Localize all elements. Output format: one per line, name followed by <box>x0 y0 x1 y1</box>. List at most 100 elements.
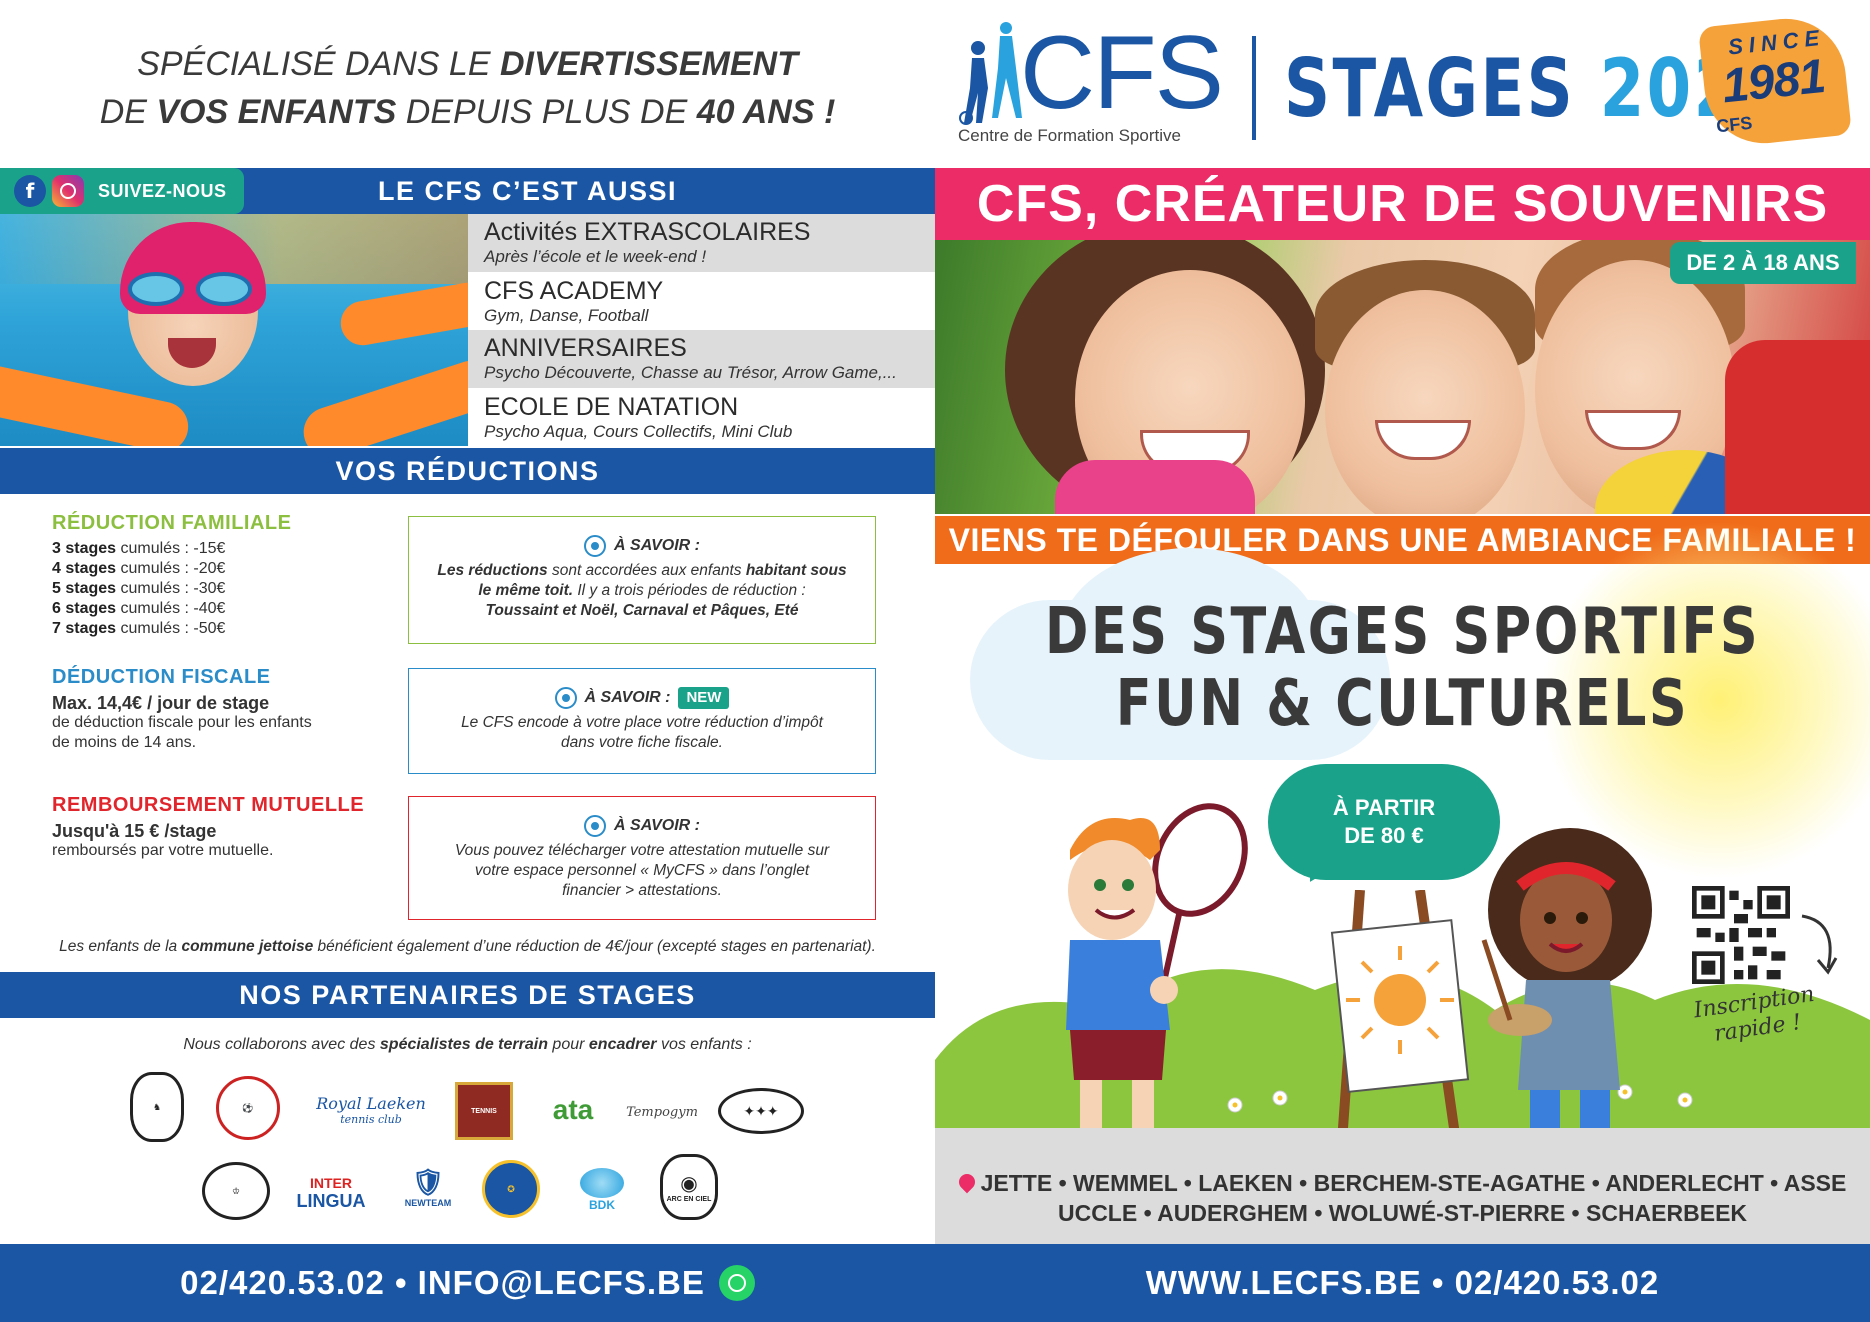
athletes-silhouette-icon <box>959 22 1022 125</box>
activity-anniversaires[interactable]: ANNIVERSAIRES Psycho Découverte, Chasse … <box>468 330 935 388</box>
curved-arrow-icon <box>1801 914 1838 975</box>
savoir-box-familiale: À SAVOIR : Les réductions sont accordées… <box>408 516 876 644</box>
tagline-bold: DIVERTISSEMENT <box>499 45 798 83</box>
instagram-icon[interactable] <box>52 175 84 207</box>
box-text: Vous pouvez télécharger votre attestatio… <box>454 842 830 859</box>
qr-code-icon[interactable] <box>1692 886 1790 984</box>
mutuelle-title: REMBOURSEMENT MUTUELLE <box>52 794 365 816</box>
headline-line: FUN & CULTURELS <box>1115 667 1690 741</box>
right-footer-contact[interactable]: WWW.LECFS.BE • 02/420.53.02 <box>935 1244 1870 1322</box>
deduction-fiscale: DÉDUCTION FISCALE Max. 14,4€ / jour de s… <box>52 666 382 753</box>
remboursement-mutuelle: REMBOURSEMENT MUTUELLE Jusqu'à 15 € /sta… <box>52 794 392 861</box>
stages-word: STAGES <box>1284 42 1576 135</box>
whatsapp-icon[interactable] <box>718 1265 755 1301</box>
partner-logo-futsal: ⚽ <box>216 1076 280 1140</box>
activity-subtitle: Psycho Aqua, Cours Collectifs, Mini Club <box>484 422 793 441</box>
partner-logo-newteam: 🛡 NEWTEAM <box>404 1166 452 1208</box>
new-badge: NEW <box>678 687 730 709</box>
tagline: SPÉCIALISÉ DANS LE DIVERTISSEMENT DE VOS… <box>0 40 935 136</box>
main-headline: DES STAGES SPORTIFS FUN & CULTURELS <box>1019 596 1786 740</box>
reductions-title: VOS RÉDUCTIONS <box>335 456 600 486</box>
tagline-text: SPÉCIALISÉ DANS LE <box>137 45 500 83</box>
lightbulb-icon <box>584 535 607 557</box>
locations-line: UCCLE • AUDERGHEM • WOLUWÉ-ST-PIERRE • S… <box>1057 1200 1748 1226</box>
tagline-bold: VOS ENFANTS <box>156 93 397 131</box>
partner-logo-krav-maga: ✦✦✦ <box>718 1088 804 1134</box>
mutuelle-text: remboursés par votre mutuelle. <box>52 842 274 859</box>
tagline-text: DE <box>99 93 157 131</box>
familiale-title: RÉDUCTION FAMILIALE <box>52 512 292 534</box>
familiale-row: 3 stages cumulés : -15€ <box>52 540 226 557</box>
activity-title: ECOLE DE NATATION <box>484 393 739 421</box>
header-divider <box>1252 36 1256 140</box>
cfs-wordmark: CFS <box>1020 15 1224 131</box>
partner-logo-club-round: ♔ <box>202 1162 270 1220</box>
location-pin-icon <box>955 1170 978 1194</box>
souvenirs-banner: CFS, CRÉATEUR DE SOUVENIRS <box>935 168 1870 240</box>
box-text: dans votre fiche fiscale. <box>561 734 723 751</box>
activity-natation[interactable]: ECOLE DE NATATION Psycho Aqua, Cours Col… <box>468 388 935 446</box>
girl-painter-cartoon <box>1481 828 1652 1166</box>
social-label: SUIVEZ-NOUS <box>98 180 227 201</box>
activity-subtitle: Gym, Danse, Football <box>484 306 649 325</box>
contact-text[interactable]: 02/420.53.02 • INFO@LECFS.BE <box>180 1264 705 1302</box>
reductions-header: VOS RÉDUCTIONS <box>0 448 935 494</box>
partner-logo-lambermont: TENNIS <box>455 1082 513 1140</box>
social-follow-badge[interactable]: f SUIVEZ-NOUS <box>0 168 244 214</box>
age-text: DE 2 À 18 ANS <box>1686 250 1840 275</box>
savoir-label: À SAVOIR : <box>614 537 700 554</box>
activity-subtitle: Psycho Découverte, Chasse au Trésor, Arr… <box>484 363 897 382</box>
familiale-row: 5 stages cumulés : -30€ <box>52 580 226 597</box>
facebook-icon[interactable]: f <box>14 175 46 207</box>
tagline-bold: 40 ANS ! <box>696 93 836 131</box>
jette-note: Les enfants de la commune jettoise bénéf… <box>59 938 876 955</box>
cfs-logo[interactable]: CFS Centre de Formation Sportive <box>958 15 1224 148</box>
box-text: financier > attestations. <box>562 882 722 899</box>
familiale-row: 7 stages cumulés : -50€ <box>52 620 226 637</box>
activity-title: CFS ACADEMY <box>484 277 664 305</box>
partner-logo-royal-laeken: Royal Laeken tennis club <box>316 1094 426 1126</box>
savoir-label: À SAVOIR : <box>584 689 671 706</box>
aussi-title: LE CFS C’EST AUSSI <box>377 176 678 206</box>
fiscale-amount: Max. 14,4€ / jour de stage <box>52 693 270 713</box>
savoir-box-mutuelle: À SAVOIR : Vous pouvez télécharger votre… <box>408 796 876 920</box>
fiscale-text: de moins de 14 ans. <box>52 734 197 751</box>
activity-title: Activités EXTRASCOLAIRES <box>484 218 811 246</box>
activity-extrascolaires[interactable]: Activités EXTRASCOLAIRES Après l’école e… <box>468 214 935 272</box>
partner-logo-bdk: BDK <box>566 1162 638 1218</box>
activity-title: ANNIVERSAIRES <box>484 334 687 362</box>
reduction-familiale: RÉDUCTION FAMILIALE 3 stages cumulés : -… <box>52 512 382 639</box>
savoir-box-fiscale: À SAVOIR : NEW Le CFS encode à votre plac… <box>408 668 876 774</box>
souvenirs-title: CFS, CRÉATEUR DE SOUVENIRS <box>976 175 1829 233</box>
partners-title: NOS PARTENAIRES DE STAGES <box>239 980 696 1010</box>
savoir-label: À SAVOIR : <box>614 817 700 834</box>
website-text[interactable]: WWW.LECFS.BE • 02/420.53.02 <box>1146 1264 1660 1302</box>
fiscale-text: de déduction fiscale pour les enfants <box>52 714 312 731</box>
fiscale-title: DÉDUCTION FISCALE <box>52 666 271 688</box>
box-text: Le CFS encode à votre place votre réduct… <box>461 714 823 731</box>
lightbulb-icon <box>554 687 577 709</box>
swimming-child-photo <box>0 214 468 446</box>
partner-logo-euro-space: ✪ <box>482 1160 540 1218</box>
headline-line: DES STAGES SPORTIFS <box>1044 595 1761 669</box>
bubble-price: DE 80 € <box>1344 823 1424 848</box>
box-text: votre espace personnel « MyCFS » dans l’… <box>474 862 810 879</box>
age-badge: DE 2 À 18 ANS <box>1670 242 1856 284</box>
since-cfs: CFS <box>1715 112 1754 137</box>
locations-list: JETTE • WEMMEL • LAEKEN • BERCHEM-STE-AG… <box>935 1168 1870 1228</box>
lightbulb-icon <box>584 815 607 837</box>
boy-tennis-cartoon <box>1064 803 1248 1160</box>
partner-logo-inter-lingua: INTER LINGUA <box>296 1175 366 1211</box>
mutuelle-amount: Jusqu'à 15 € /stage <box>52 821 217 841</box>
since-badge: SINCE 1981 CFS <box>1698 12 1852 150</box>
activity-academy[interactable]: CFS ACADEMY Gym, Danse, Football <box>468 272 935 330</box>
activity-subtitle: Après l’école et le week-end ! <box>484 247 707 266</box>
familiale-row: 6 stages cumulés : -40€ <box>52 600 226 617</box>
cfs-subtitle: Centre de Formation Sportive <box>958 126 1181 145</box>
left-footer-contact[interactable]: 02/420.53.02 • INFO@LECFS.BE <box>0 1244 935 1322</box>
familiale-row: 4 stages cumulés : -20€ <box>52 560 226 577</box>
partners-header: NOS PARTENAIRES DE STAGES <box>0 972 935 1018</box>
partner-logo-arc-en-ciel: ◉ ARC EN CIEL <box>660 1154 718 1220</box>
partner-logo-ata: ata <box>552 1094 594 1125</box>
collab-text: Nous collaborons avec des spécialistes d… <box>183 1036 752 1053</box>
